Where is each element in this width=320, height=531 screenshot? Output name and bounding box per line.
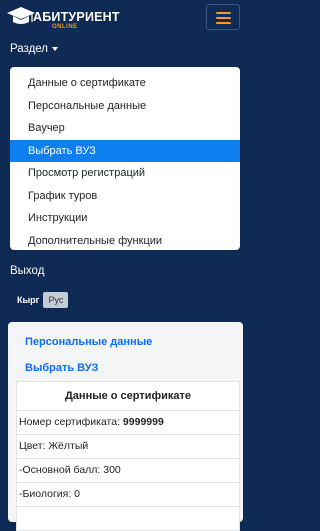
content-panel: Персональные данные Выбрать ВУЗ Данные о… — [8, 322, 243, 531]
choose-university-link[interactable]: Выбрать ВУЗ — [25, 362, 98, 374]
main-score-row: -Основной балл: 300 — [17, 459, 239, 483]
hamburger-menu-button[interactable] — [206, 4, 240, 30]
logout-link[interactable]: Выход — [10, 265, 44, 277]
language-russian-button[interactable]: Рус — [43, 292, 69, 308]
personal-data-link[interactable]: Персональные данные — [25, 336, 152, 348]
menu-item-instructions[interactable]: Инструкции — [10, 207, 240, 230]
color-row: Цвет: Жёлтый — [17, 435, 239, 459]
menu-item-choose-university[interactable]: Выбрать ВУЗ — [10, 139, 240, 162]
menu-icon-bar — [216, 17, 231, 19]
graduation-cap-icon — [7, 7, 35, 24]
menu-item-voucher[interactable]: Ваучер — [10, 117, 240, 140]
certificate-number-label: Номер сертификата: — [19, 416, 120, 428]
menu-item-view-registrations[interactable]: Просмотр регистраций — [10, 162, 240, 185]
menu-item-personal-data[interactable]: Персональные данные — [10, 95, 240, 118]
menu-item-certificate-data[interactable]: Данные о сертификате — [10, 72, 240, 95]
logo-text: АБИТУРИЕНТ — [33, 10, 120, 24]
certificate-number-value: 9999999 — [122, 416, 164, 428]
menu-item-tour-schedule[interactable]: График туров — [10, 185, 240, 208]
certificate-card: Данные о сертификате Номер сертификата: … — [16, 381, 240, 531]
section-dropdown-menu: Данные о сертификате Персональные данные… — [10, 67, 240, 250]
language-kyrgyz-button[interactable]: Кырг — [17, 295, 39, 305]
caret-down-icon — [52, 46, 59, 51]
section-dropdown-toggle[interactable]: Раздел — [10, 43, 59, 55]
top-navbar: АБИТУРИЕНТ ONLINE — [0, 0, 251, 36]
section-label: Раздел — [10, 43, 49, 55]
card-title: Данные о сертификате — [17, 382, 239, 411]
logo-subtext: ONLINE — [52, 24, 78, 30]
biology-row: -Биология: 0 — [17, 483, 239, 507]
menu-icon-bar — [216, 12, 231, 14]
menu-icon-bar — [216, 22, 231, 24]
certificate-number-row: Номер сертификата: 9999999 — [17, 411, 239, 435]
menu-item-additional-functions[interactable]: Дополнительные функции — [10, 230, 240, 253]
brand-logo[interactable]: АБИТУРИЕНТ ONLINE — [6, 4, 120, 32]
language-switcher: Кырг Рус — [17, 292, 69, 309]
